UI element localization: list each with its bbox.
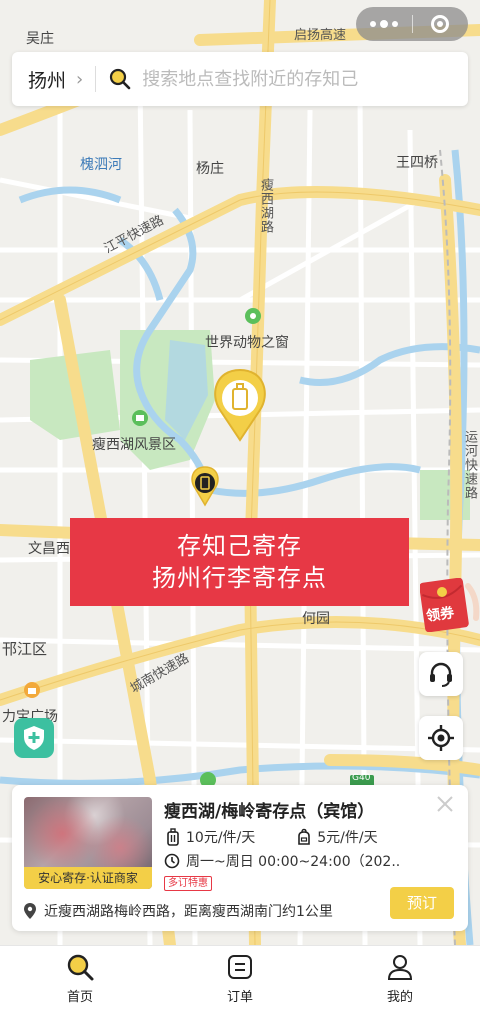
target-circle-icon[interactable] [412,15,468,33]
user-icon [387,955,413,980]
city-name: 扬州 [28,69,67,92]
banner-line2: 扬州行李寄存点 [152,564,327,592]
map-label-yangzhuang: 杨庄 [196,161,224,177]
close-icon[interactable] [434,793,456,815]
map-label-shouxihu-road: 瘦西湖路 [258,178,273,234]
map-label-huaisihe: 槐泗河 [80,157,122,173]
clock-icon [164,853,180,869]
backpack-icon [298,828,311,845]
banner-line1: 存知己寄存 [177,532,302,560]
book-button[interactable]: 预订 [390,887,454,919]
location-pin-icon [24,903,36,919]
storage-marker-small[interactable] [191,466,219,507]
map-label-yunhe-expressway: 运河快速路 [462,430,477,500]
price-bag: 5元/件/天 [317,830,378,846]
map-label-wangsiqiao: 王四桥 [396,155,438,171]
coupon-button[interactable]: 领券 [419,577,480,633]
promo-banner[interactable]: 存知己寄存 扬州行李寄存点 [70,518,409,606]
city-selector[interactable]: 扬州 › [12,66,83,93]
search-divider [95,66,97,92]
coupon-label: 领券 [425,605,456,625]
search-icon [67,954,94,981]
customer-service-button[interactable] [419,652,463,696]
crosshair-icon [428,725,454,751]
miniprogram-capsule [356,7,468,41]
bottom-tab-bar: 首页 订单 我的 [0,945,480,1010]
map-label-wenchang-west: 文昌西 [28,541,70,557]
map-label-hanjiang-district: 邗江区 [2,640,48,658]
store-thumbnail[interactable]: 安心寄存·认证商家 [24,797,152,889]
map-label-heyuan: 何园 [302,611,330,627]
certified-tag: 安心寄存·认证商家 [24,867,152,889]
shield-plus-icon [24,726,44,750]
locate-button[interactable] [419,716,463,760]
headset-icon [430,662,452,687]
search-input[interactable] [142,68,433,90]
price-luggage: 10元/件/天 [186,830,256,846]
map-label-g40: G40 [352,773,371,783]
store-card[interactable]: 安心寄存·认证商家 瘦西湖/梅岭寄存点（宾馆） 10元/件/天 5元/件/天 周… [12,785,468,931]
order-icon [228,955,252,979]
luggage-icon [167,828,179,846]
map-label-shouxihu-scenic: 瘦西湖风景区 [92,437,176,453]
chevron-right-icon: › [76,68,84,90]
special-offer-badge: 多订特惠 [164,876,212,891]
tab-home-label: 首页 [66,990,93,1005]
tab-home[interactable]: 首页 [0,946,160,1010]
opening-hours: 周一~周日 00:00~24:00（202... [164,851,400,871]
map-label-wuzhuang: 吴庄 [26,31,54,47]
tab-profile[interactable]: 我的 [320,946,480,1010]
hours-text: 周一~周日 00:00~24:00（202... [186,854,400,870]
tab-profile-label: 我的 [386,990,413,1005]
tab-orders-label: 订单 [226,990,253,1005]
price-row: 10元/件/天 5元/件/天 [164,827,378,847]
search-bar: 扬州 › [12,52,468,106]
tab-orders[interactable]: 订单 [160,946,320,1010]
store-title: 瘦西湖/梅岭寄存点（宾馆） [164,802,375,822]
more-dots-icon[interactable] [356,20,412,28]
map-label-world-zoo: 世界动物之窗 [205,335,289,351]
map-label-qiyang-expressway: 启扬高速 [294,28,347,43]
safety-button[interactable] [14,718,54,758]
address-text: 近瘦西湖路梅岭西路，距离瘦西湖南门约1公里 [44,904,333,920]
search-icon [110,68,131,90]
store-address: 近瘦西湖路梅岭西路，距离瘦西湖南门约1公里 [24,901,333,921]
